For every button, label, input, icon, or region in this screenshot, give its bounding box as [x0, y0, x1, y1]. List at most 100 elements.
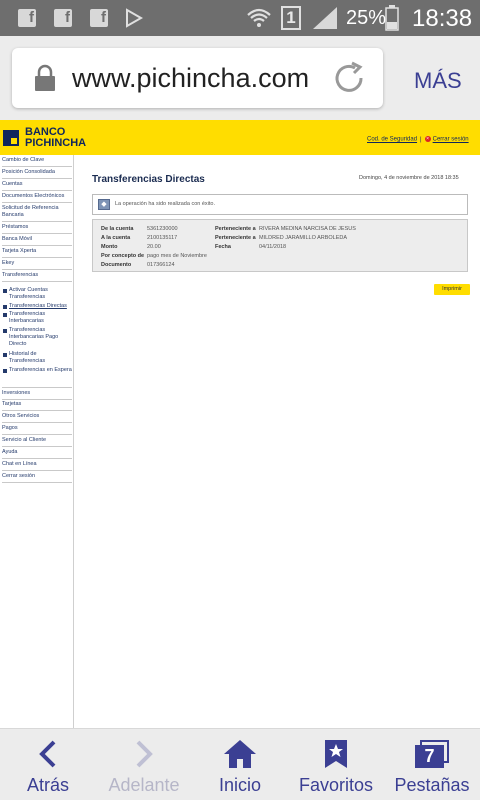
owner-from-label: Perteneciente a	[215, 226, 256, 232]
subitem-label: Transferencias Interbancarias Pago Direc…	[9, 327, 59, 347]
facebook-icon: f	[89, 8, 109, 28]
document-value: 017366124	[147, 262, 175, 268]
chevron-left-icon	[0, 738, 96, 770]
sidebar-item-prestamos[interactable]: Préstamos	[2, 224, 72, 234]
subitem-label: Historial de Transferencias	[9, 351, 46, 364]
subitem-label: Transferencias en Espera	[9, 367, 72, 373]
site-header: BANCO PICHINCHA Cod. de Seguridad | × Cerra…	[0, 120, 480, 155]
security-code-link[interactable]: Cod. de Seguridad	[367, 137, 417, 143]
url-text: www.pichincha.com	[72, 63, 310, 93]
close-icon: ×	[424, 136, 431, 142]
forward-label: Adelante	[108, 775, 180, 795]
tabs-icon: 7	[384, 738, 480, 770]
page-date: Domingo, 4 de noviembre de 2018 18:35	[359, 175, 459, 181]
status-bar: f f f 1 25% 18:38	[0, 0, 480, 36]
success-message-text: La operación ha sido realizada con éxito…	[115, 201, 215, 207]
bullet-icon	[3, 313, 7, 317]
sidebar-item-chat[interactable]: Chat en Línea	[2, 461, 72, 471]
amount-label: Monto	[101, 244, 118, 250]
clock: 18:38	[412, 5, 473, 32]
sidebar-item-transferencias[interactable]: Transferencias	[2, 272, 72, 282]
reload-icon[interactable]	[333, 60, 367, 101]
sidebar-item-solicitud-referencia[interactable]: Solicitud de Referencia Bancaria	[2, 205, 72, 222]
bullet-icon	[3, 329, 7, 333]
forward-button[interactable]: Adelante	[96, 729, 192, 801]
success-message: ◆ La operación ha sido realizada con éxi…	[92, 194, 468, 215]
sidebar-item-cuentas[interactable]: Cuentas	[2, 181, 72, 191]
sidebar-item-posicion-consolidada[interactable]: Posición Consolidada	[2, 169, 72, 179]
close-session-link[interactable]: Cerrar sesión	[433, 137, 469, 143]
subitem-label: Transferencias Interbancarias	[9, 311, 46, 324]
sidebar-item-cerrar-sesion[interactable]: Cerrar sesión	[2, 473, 72, 483]
sidebar-item-inversiones[interactable]: Inversiones	[2, 387, 72, 400]
back-label: Atrás	[26, 775, 69, 795]
wifi-icon	[246, 8, 272, 28]
concept-value: pago mes de Noviembre	[147, 253, 207, 259]
chevron-right-icon	[96, 738, 192, 770]
browser-url-bar: www.pichincha.com MÁS	[0, 36, 480, 120]
sidebar-item-tarjetas[interactable]: Tarjetas	[2, 401, 72, 411]
owner-to-label: Perteneciente a	[215, 235, 256, 241]
logo-line-2: PICHINCHA	[25, 137, 87, 149]
sidebar-item-banca-movil[interactable]: Banca Móvil	[2, 236, 72, 246]
battery-icon	[385, 5, 399, 31]
sidebar-item-pagos[interactable]: Pagos	[2, 425, 72, 435]
page-title: Transferencias Directas	[92, 174, 205, 185]
tabs-button[interactable]: 7 Pestañas	[384, 729, 480, 801]
home-label: Inicio	[218, 775, 262, 795]
transfer-details: De la cuenta 5361230000 A la cuenta 2100…	[92, 219, 468, 272]
concept-label: Por concepto de	[101, 253, 145, 259]
sidebar-item-tarjeta-xperta[interactable]: Tarjeta Xperta	[2, 248, 72, 258]
owner-from-value: RIVERA MEDINA NARCISA DE JESUS	[259, 226, 356, 232]
sidebar-subitem-historial[interactable]: Historial de Transferencias	[2, 351, 72, 365]
bullet-icon	[3, 289, 7, 293]
sidebar: Cambio de Clave Posición Consolidada Cue…	[0, 155, 74, 728]
sidebar-subitem-activar-cuentas[interactable]: Activar Cuentas Transferencias	[2, 287, 72, 301]
print-button[interactable]: Imprimir	[434, 284, 470, 295]
lock-icon	[33, 64, 57, 97]
document-label: Documento	[101, 262, 132, 268]
favorites-label: Favoritos	[298, 775, 374, 795]
battery-percentage: 25%	[346, 7, 387, 29]
sidebar-subitem-en-espera[interactable]: Transferencias en Espera	[2, 367, 72, 374]
more-button[interactable]: MÁS	[414, 68, 462, 94]
bullet-icon	[3, 353, 7, 357]
date-label: Fecha	[215, 244, 231, 250]
bullet-icon	[3, 305, 7, 309]
tabs-count: 7	[415, 745, 444, 768]
facebook-icon: f	[53, 8, 73, 28]
sidebar-item-ayuda[interactable]: Ayuda	[2, 449, 72, 459]
sidebar-item-documentos-electronicos[interactable]: Documentos Electrónicos	[2, 193, 72, 203]
url-field[interactable]: www.pichincha.com	[12, 48, 383, 108]
bank-logo-text[interactable]: BANCO PICHINCHA	[25, 127, 86, 149]
home-icon	[192, 738, 288, 770]
to-account-label: A la cuenta	[101, 235, 131, 241]
browser-toolbar: Atrás Adelante Inicio Favoritos 7 Pestañ…	[0, 728, 480, 800]
date-value: 04/11/2018	[259, 244, 287, 250]
web-page: BANCO PICHINCHA Cod. de Seguridad | × Cerra…	[0, 120, 480, 728]
bank-logo-icon	[3, 130, 19, 146]
from-account-label: De la cuenta	[101, 226, 134, 232]
sidebar-item-servicio-cliente[interactable]: Servicio al Cliente	[2, 437, 72, 447]
signal-icon	[312, 6, 338, 30]
subitem-label: Transferencias Directas	[9, 303, 67, 309]
info-icon: ◆	[98, 199, 110, 210]
header-links: Cod. de Seguridad | × Cerrar sesión	[367, 136, 469, 143]
sidebar-item-cambio-clave[interactable]: Cambio de Clave	[2, 157, 72, 167]
favorites-button[interactable]: Favoritos	[288, 729, 384, 801]
owner-to-value: MILDRED JARAMILLO ARBOLEDA	[259, 235, 348, 241]
sidebar-item-ekey[interactable]: Ekey	[2, 260, 72, 270]
amount-value: 20.00	[147, 244, 161, 250]
subitem-label: Activar Cuentas Transferencias	[9, 287, 48, 300]
sidebar-subitem-interbancarias-pago-directo[interactable]: Transferencias Interbancarias Pago Direc…	[2, 327, 72, 348]
to-account-value: 2100135117	[147, 235, 178, 241]
home-button[interactable]: Inicio	[192, 729, 288, 801]
back-button[interactable]: Atrás	[0, 729, 96, 801]
tabs-label: Pestañas	[394, 775, 470, 795]
sidebar-subitem-interbancarias[interactable]: Transferencias Interbancarias	[2, 311, 72, 325]
facebook-icon: f	[17, 8, 37, 28]
header-separator: |	[420, 136, 422, 143]
sidebar-subitem-transferencias-directas[interactable]: Transferencias Directas	[2, 303, 72, 310]
sim-icon: 1	[281, 6, 301, 30]
sidebar-item-otros-servicios[interactable]: Otros Servicios	[2, 413, 72, 423]
